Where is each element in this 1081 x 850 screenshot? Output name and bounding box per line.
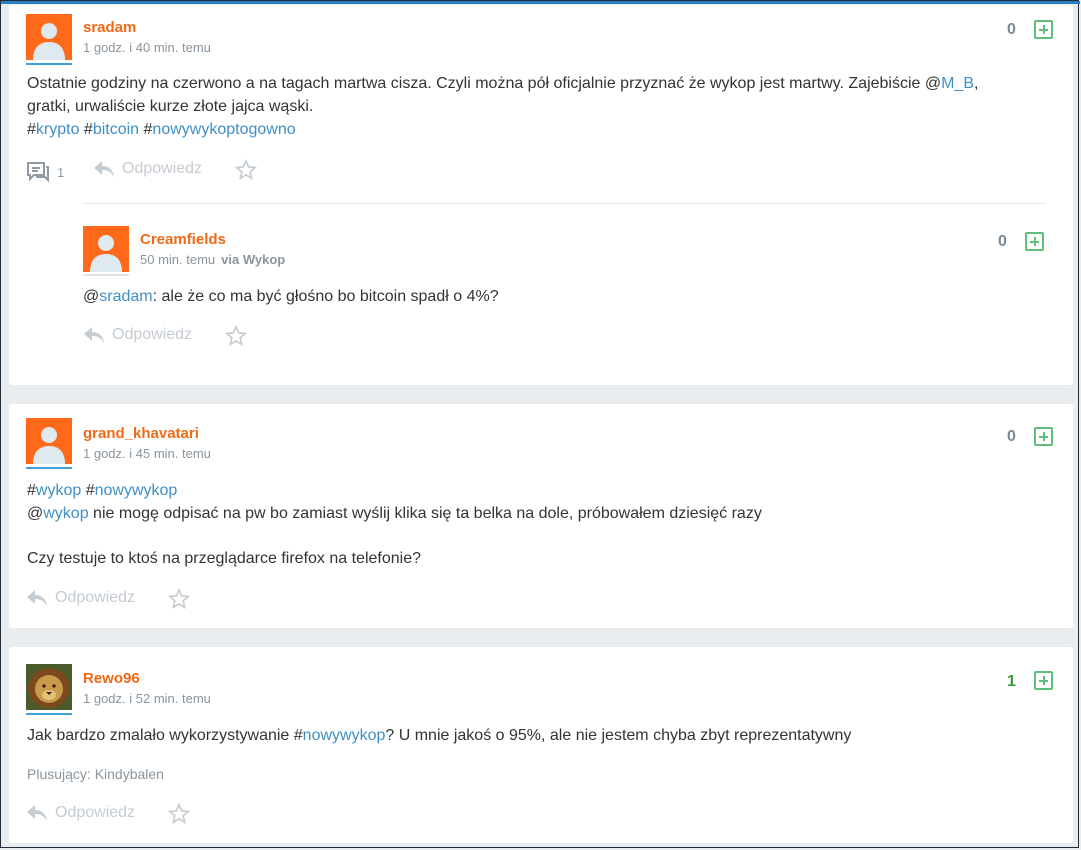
comment-plus-vote-button[interactable] [1025, 232, 1044, 251]
comments-count: 1 [57, 164, 65, 180]
avatar[interactable] [26, 664, 72, 710]
vote-count: 0 [1007, 21, 1016, 38]
favorite-button[interactable] [168, 588, 190, 610]
comment-username[interactable]: Creamfields [140, 231, 226, 248]
avatar[interactable] [26, 418, 72, 464]
vote-count: 1 [1007, 673, 1016, 690]
comments-icon [27, 162, 49, 183]
mention-link[interactable]: sradam [99, 288, 152, 305]
entry-text-line2: nie mogę odpisać na pw bo zamiast wyślij… [88, 505, 762, 522]
default-avatar-icon [26, 418, 72, 464]
avatar-underline [26, 63, 72, 65]
timestamp[interactable]: 1 godz. i 52 min. temu [83, 691, 211, 706]
reply-icon [27, 805, 47, 821]
plus-vote-button[interactable] [1034, 20, 1053, 39]
comment-text: : ale że co ma być głośno bo bitcoin spa… [152, 288, 499, 305]
entry-card: Rewo96 1 godz. i 52 min. temu 1 Jak bard… [9, 647, 1073, 843]
entry-text-end: ? U mnie jakoś o 95%, ale nie jestem chy… [385, 727, 852, 744]
avatar-underline [26, 713, 72, 715]
tag-link[interactable]: nowywykoptogowno [152, 121, 295, 138]
plusers-list[interactable]: Plusujący: Kindybalen [27, 766, 164, 782]
timestamp-text: 1 godz. i 45 min. temu [83, 446, 211, 461]
entry-text: Jak bardzo zmalało wykorzystywanie # [27, 727, 303, 744]
star-icon [168, 588, 190, 609]
vote-count: 0 [1007, 428, 1016, 445]
entry-text-line3: Czy testuje to ktoś na przeglądarce fire… [27, 550, 421, 567]
tag-link[interactable]: nowywykop [95, 482, 178, 499]
page-frame: sradam 1 godz. i 40 min. temu 0 Ostatnie… [0, 0, 1080, 848]
tag-link[interactable]: nowywykop [303, 727, 386, 744]
comment-vote-count: 0 [998, 233, 1007, 250]
timestamp-text: 1 godz. i 40 min. temu [83, 40, 211, 55]
comments-toggle[interactable]: 1 [26, 160, 64, 184]
timestamp[interactable]: 1 godz. i 45 min. temu [83, 446, 211, 461]
lion-avatar-icon [26, 664, 72, 710]
timestamp-text: 1 godz. i 52 min. temu [83, 691, 211, 706]
comment-time-text: 50 min. temu [140, 252, 216, 267]
username[interactable]: grand_khavatari [83, 425, 199, 442]
plus-vote-button[interactable] [1034, 427, 1053, 446]
reply-button[interactable]: Odpowiedz [26, 804, 135, 822]
entry-card: sradam 1 godz. i 40 min. temu 0 Ostatnie… [9, 5, 1073, 385]
reply-label: Odpowiedz [55, 589, 136, 606]
reply-icon [27, 590, 47, 606]
reply-label: Odpowiedz [112, 326, 193, 343]
star-icon [168, 803, 190, 824]
username[interactable]: Rewo96 [83, 670, 140, 687]
reply-button[interactable]: Odpowiedz [93, 160, 202, 178]
comment-reply-button[interactable]: Odpowiedz [83, 326, 192, 344]
comment-timestamp[interactable]: 50 min. temu via Wykop [140, 252, 285, 267]
default-avatar-icon [26, 14, 72, 60]
entry-text: Ostatnie godziny na czerwono a na tagach… [27, 75, 942, 92]
comment-favorite-button[interactable] [225, 325, 247, 347]
comment-body: @sradam: ale że co ma być głośno bo bitc… [83, 288, 499, 305]
avatar-underline [26, 467, 72, 469]
reply-icon [94, 161, 114, 177]
star-icon [235, 159, 257, 180]
reply-button[interactable]: Odpowiedz [26, 589, 135, 607]
avatar-underline [83, 274, 129, 276]
entry-card: grand_khavatari 1 godz. i 45 min. temu 0… [9, 404, 1073, 628]
comment-divider [83, 203, 1046, 204]
reply-label: Odpowiedz [55, 804, 136, 821]
default-avatar-icon [83, 226, 129, 272]
entry-body: Jak bardzo zmalało wykorzystywanie #nowy… [27, 724, 1057, 747]
entry-body: Ostatnie godziny na czerwono a na tagach… [27, 75, 979, 138]
mention-link[interactable]: wykop [43, 505, 88, 522]
mention-link[interactable]: M_B [941, 75, 974, 92]
entry-text-line2: gratki, urwaliście kurze złote jajca wąs… [27, 98, 314, 115]
top-accent-line [1, 1, 1080, 4]
tag-link[interactable]: bitcoin [93, 121, 139, 138]
username[interactable]: sradam [83, 19, 136, 36]
avatar[interactable] [26, 14, 72, 60]
favorite-button[interactable] [168, 803, 190, 825]
favorite-button[interactable] [235, 159, 257, 181]
tag-link[interactable]: wykop [36, 482, 81, 499]
plus-vote-button[interactable] [1034, 671, 1053, 690]
entry-text-end: , [974, 75, 979, 92]
comment-avatar[interactable] [83, 226, 129, 272]
star-icon [225, 325, 247, 346]
entry-body: #wykop #nowywykop @wykop nie mogę odpisa… [27, 482, 762, 567]
reply-icon [84, 327, 104, 343]
via-label: via Wykop [221, 252, 286, 267]
reply-label: Odpowiedz [122, 160, 203, 177]
timestamp[interactable]: 1 godz. i 40 min. temu [83, 40, 211, 55]
tag-link[interactable]: krypto [36, 121, 80, 138]
